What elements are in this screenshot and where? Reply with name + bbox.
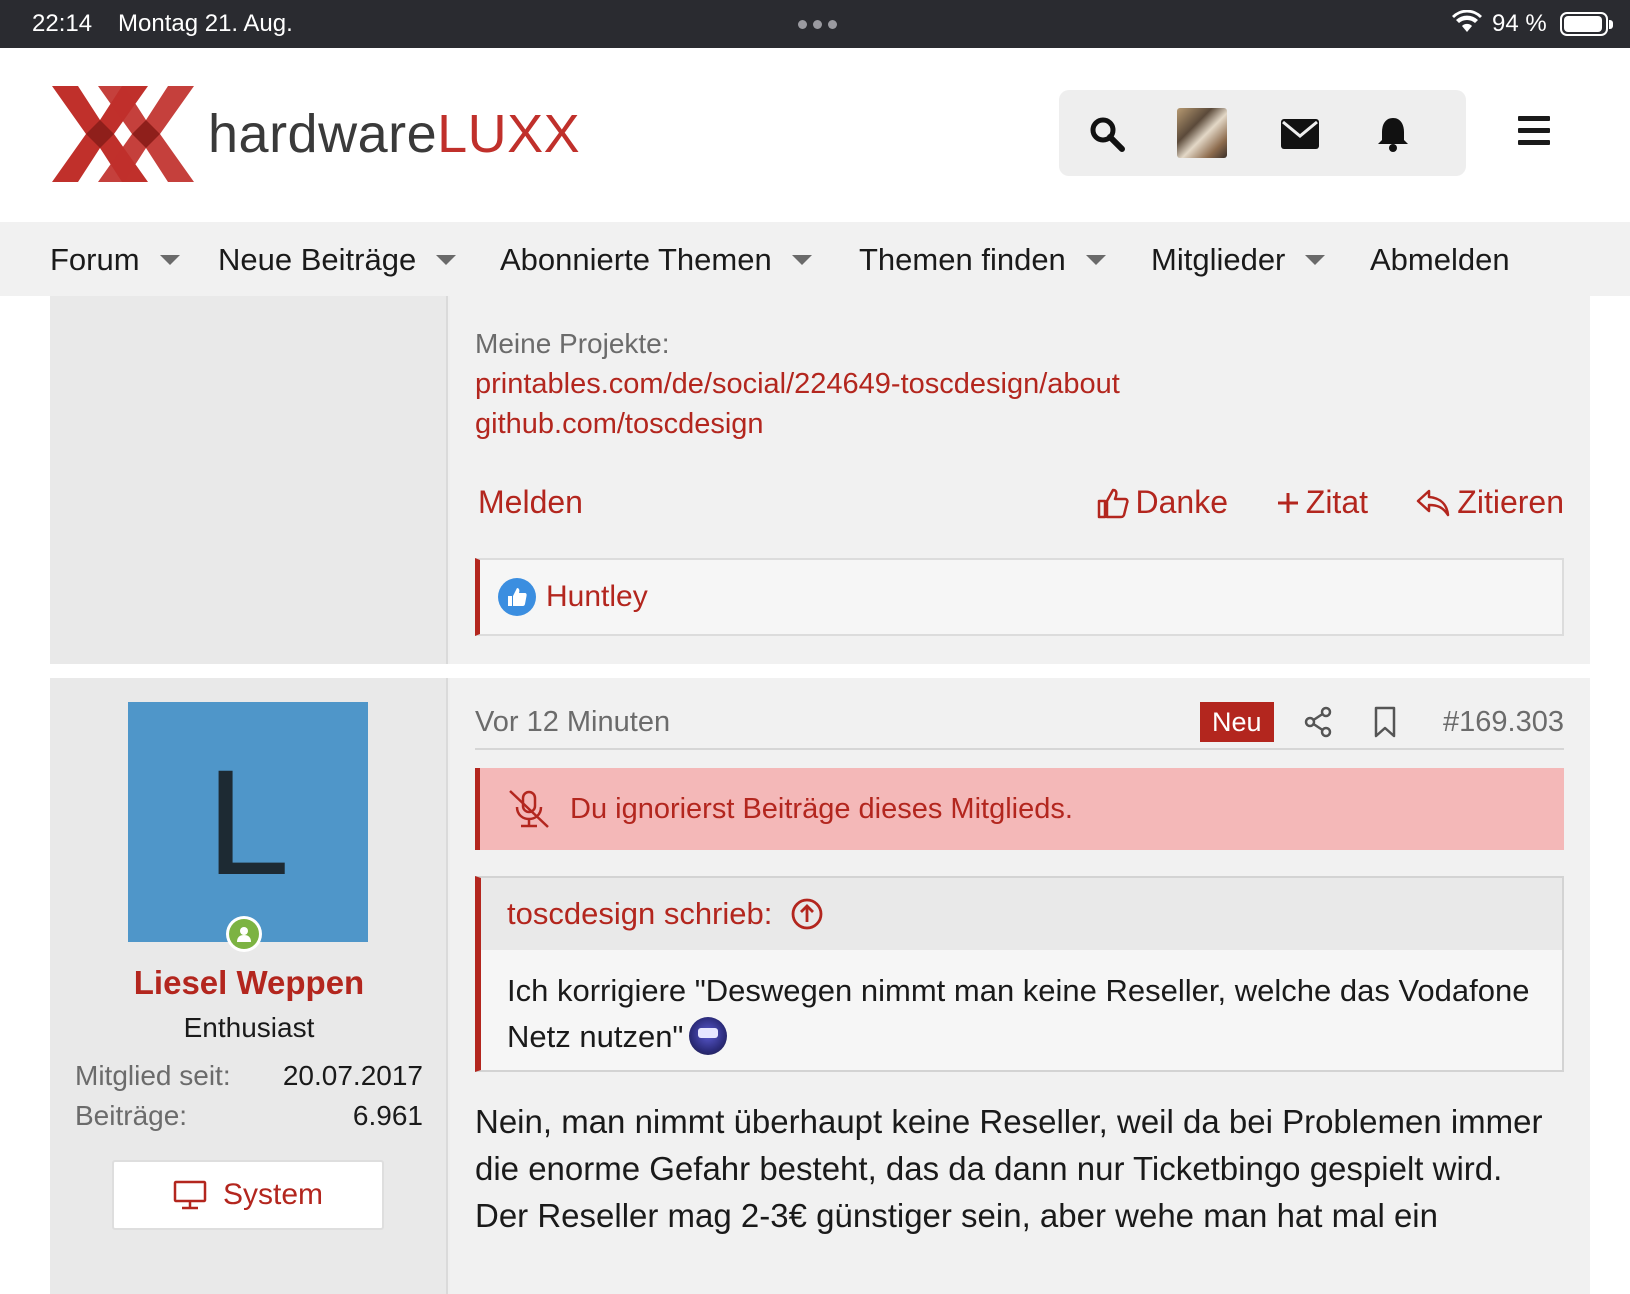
post-user-sidebar bbox=[50, 296, 448, 664]
search-icon[interactable] bbox=[1085, 112, 1129, 156]
thumbs-up-icon bbox=[1097, 488, 1129, 518]
bell-icon[interactable] bbox=[1371, 112, 1415, 156]
site-logo[interactable]: hardwareLUXX bbox=[52, 86, 580, 182]
wifi-icon bbox=[1452, 9, 1482, 41]
mail-icon[interactable] bbox=[1278, 112, 1322, 156]
system-button[interactable]: System bbox=[112, 1160, 384, 1230]
ignore-notice: Du ignorierst Beiträge dieses Mitglieds. bbox=[475, 768, 1564, 850]
nav-forum[interactable]: Forum bbox=[50, 242, 180, 278]
quote-header[interactable]: toscdesign schrieb: bbox=[481, 878, 1562, 950]
reactions-bar[interactable]: Huntley bbox=[475, 558, 1564, 636]
site-wordmark: hardwareLUXX bbox=[208, 104, 581, 164]
chevron-down-icon[interactable] bbox=[791, 255, 812, 265]
signature-link[interactable]: github.com/toscdesign bbox=[475, 408, 764, 441]
site-header: hardwareLUXX bbox=[0, 48, 1630, 222]
main-nav: Forum Neue Beiträge Abonnierte Themen Th… bbox=[0, 222, 1630, 296]
post-paragraph: Der Reseller mag 2-3€ günstiger sein, ab… bbox=[475, 1197, 1438, 1234]
plus-icon bbox=[1277, 492, 1298, 513]
post-number[interactable]: #169.303 bbox=[1443, 706, 1564, 739]
muted-microphone-icon bbox=[509, 790, 549, 828]
status-time: 22:14 bbox=[32, 10, 93, 37]
post-body: Nein, man nimmt überhaupt keine Reseller… bbox=[475, 1098, 1550, 1239]
header-toolbox bbox=[1059, 90, 1466, 176]
post-user-sidebar: L Liesel Weppen Enthusiast Mitglied seit… bbox=[50, 678, 448, 1294]
new-badge: Neu bbox=[1200, 702, 1274, 742]
nav-members[interactable]: Mitglieder bbox=[1151, 242, 1326, 278]
signature-label: Meine Projekte: bbox=[475, 328, 670, 359]
grimace-emoji-icon bbox=[689, 1017, 728, 1055]
chevron-down-icon[interactable] bbox=[1305, 255, 1326, 265]
battery-percent: 94 % bbox=[1492, 10, 1547, 37]
multiquote-button[interactable]: Zitat bbox=[1276, 484, 1368, 521]
multitasking-dots[interactable] bbox=[798, 20, 837, 29]
post-meta: Vor 12 Minuten Neu #169.303 bbox=[475, 702, 1564, 750]
report-button[interactable]: Melden bbox=[478, 484, 583, 521]
quote-body: Ich korrigiere "Deswegen nimmt man keine… bbox=[507, 973, 1530, 1055]
quote-block: toscdesign schrieb: Ich korrigiere "Desw… bbox=[475, 876, 1564, 1072]
user-title: Enthusiast bbox=[183, 1012, 315, 1043]
chevron-down-icon[interactable] bbox=[436, 255, 457, 265]
username[interactable]: Liesel Weppen bbox=[50, 964, 448, 1002]
post-paragraph: Nein, man nimmt überhaupt keine Reseller… bbox=[475, 1103, 1543, 1187]
post-main: Vor 12 Minuten Neu #169.303 Du ignoriers… bbox=[450, 678, 1590, 1294]
post-card: Meine Projekte: printables.com/de/social… bbox=[50, 296, 1590, 664]
nav-new-posts[interactable]: Neue Beiträge bbox=[218, 242, 457, 278]
post-main: Meine Projekte: printables.com/de/social… bbox=[450, 296, 1590, 664]
nav-logout[interactable]: Abmelden bbox=[1370, 242, 1510, 278]
chevron-down-icon[interactable] bbox=[1085, 255, 1106, 265]
bookmark-icon[interactable] bbox=[1373, 706, 1397, 743]
like-button[interactable]: Danke bbox=[1096, 484, 1228, 521]
share-icon[interactable] bbox=[1303, 706, 1333, 743]
reply-icon bbox=[1417, 489, 1450, 516]
status-bar: 22:14 Montag 21. Aug. 94 % bbox=[0, 0, 1630, 48]
quote-author[interactable]: toscdesign schrieb: bbox=[507, 896, 772, 932]
status-date: Montag 21. Aug. bbox=[118, 10, 293, 37]
reaction-user[interactable]: Huntley bbox=[546, 580, 648, 614]
arrow-up-circle-icon[interactable] bbox=[790, 897, 824, 931]
post-time[interactable]: Vor 12 Minuten bbox=[475, 706, 670, 739]
like-reaction-icon bbox=[498, 578, 536, 616]
chevron-down-icon[interactable] bbox=[159, 255, 180, 265]
post-actions: Melden Danke Zitat Zitieren bbox=[475, 484, 1564, 524]
monitor-icon bbox=[173, 1180, 207, 1210]
reply-button[interactable]: Zitieren bbox=[1415, 484, 1564, 521]
online-status-icon bbox=[226, 916, 262, 952]
post-card: L Liesel Weppen Enthusiast Mitglied seit… bbox=[50, 678, 1590, 1294]
user-avatar-large[interactable]: L bbox=[128, 702, 368, 942]
luxx-xx-logo-icon bbox=[52, 86, 194, 182]
user-avatar[interactable] bbox=[1177, 108, 1227, 158]
nav-find-threads[interactable]: Themen finden bbox=[859, 242, 1106, 278]
nav-watched-threads[interactable]: Abonnierte Themen bbox=[500, 242, 812, 278]
signature-link[interactable]: printables.com/de/social/224649-toscdesi… bbox=[475, 368, 1120, 401]
menu-icon[interactable] bbox=[1518, 116, 1550, 146]
battery-icon bbox=[1560, 12, 1613, 36]
